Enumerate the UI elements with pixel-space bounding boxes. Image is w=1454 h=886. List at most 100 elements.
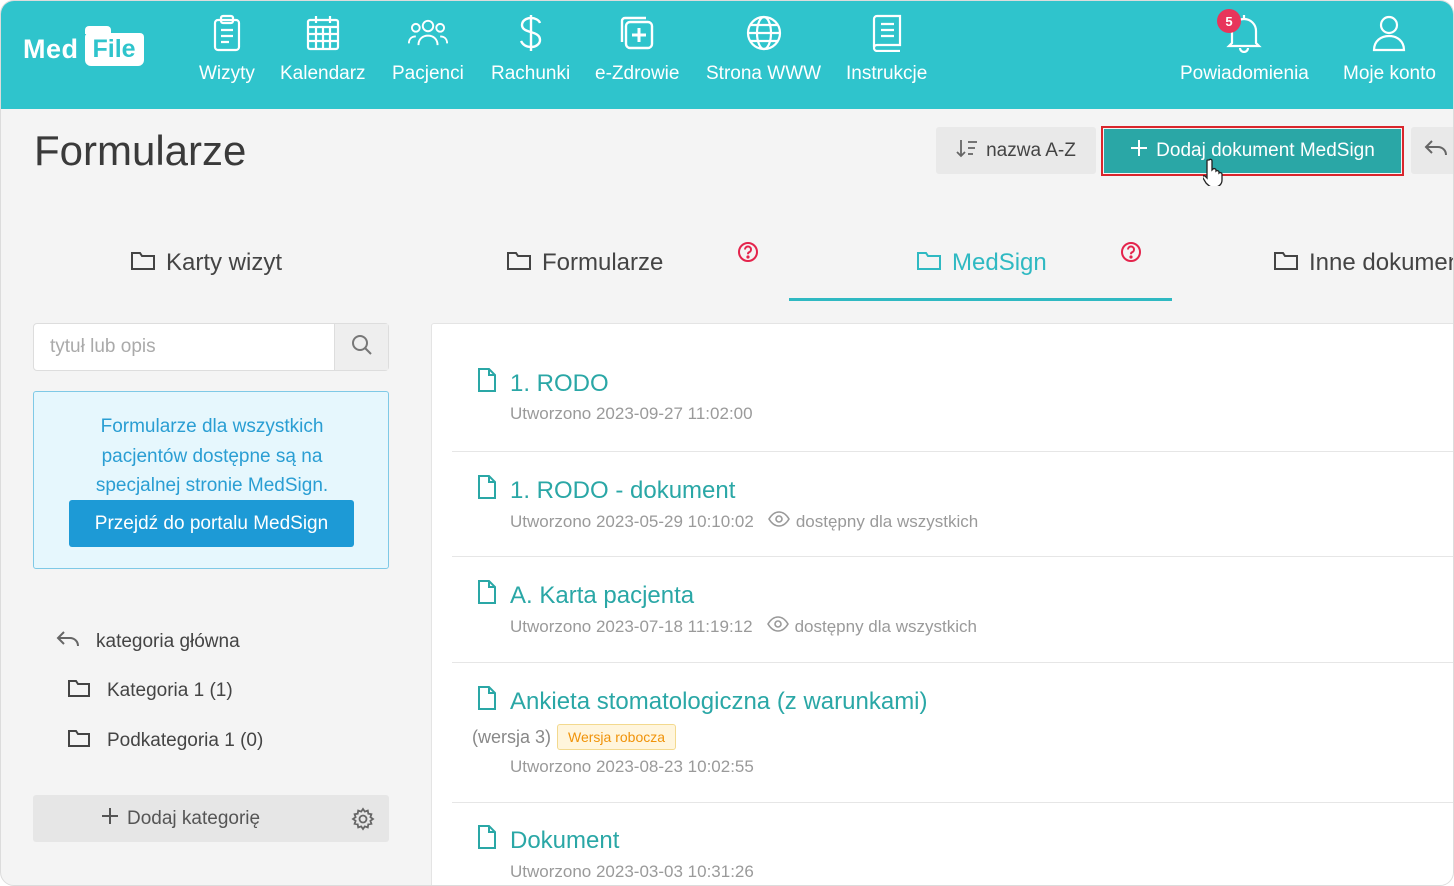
nav-label: Instrukcje: [846, 63, 928, 84]
nav-label: Strona WWW: [706, 63, 822, 84]
user-icon: [1369, 11, 1409, 55]
document-title: 1. RODO - dokument: [510, 476, 736, 504]
tab-label: Karty wizyt: [166, 249, 283, 276]
nav-label: Moje konto: [1343, 63, 1436, 84]
medfile-logo[interactable]: Med File: [23, 25, 144, 71]
list-item[interactable]: Ankieta stomatologiczna (z warunkami) (w…: [452, 663, 1453, 803]
document-link[interactable]: 1. RODO: [476, 367, 609, 400]
document-title: Dokument: [510, 826, 620, 854]
search-input[interactable]: [34, 324, 334, 370]
list-item[interactable]: Dokument Utworzono 2023-03-03 10:31:26: [452, 803, 1453, 885]
tab-label: Formularze: [542, 249, 664, 276]
app-window: Med File Wizyty Kalendarz Pacjenci Rachu…: [0, 0, 1454, 886]
document-meta: Utworzono 2023-09-27 11:02:00: [510, 404, 753, 424]
sort-icon: [956, 138, 978, 164]
category-main[interactable]: kategoria główna: [56, 629, 240, 655]
folder-icon: [67, 728, 91, 754]
nav-item-wizyty[interactable]: Wizyty: [199, 11, 255, 101]
top-navbar: Med File Wizyty Kalendarz Pacjenci Rachu…: [1, 1, 1453, 109]
nav-label: Pacjenci: [392, 63, 464, 84]
nav-item-pacjenci[interactable]: Pacjenci: [392, 11, 464, 101]
help-icon[interactable]: [737, 241, 759, 263]
visibility-indicator: dostępny dla wszystkich: [767, 511, 978, 532]
active-tab-indicator: [789, 298, 1172, 301]
nav-label: Kalendarz: [280, 63, 366, 84]
document-title: 1. RODO: [510, 369, 609, 397]
document-title: A. Karta pacjenta: [510, 581, 695, 609]
search-box: [33, 323, 389, 371]
sort-button[interactable]: nazwa A-Z: [936, 127, 1096, 174]
add-category-label: Dodaj kategorię: [127, 807, 261, 829]
list-item[interactable]: 1. RODO - dokument Utworzono 2023-05-29 …: [452, 452, 1453, 557]
draft-status-badge: Wersja robocza: [557, 724, 677, 750]
category-label: kategoria główna: [96, 631, 240, 652]
clipboard-icon: [207, 11, 247, 55]
tab-medsign[interactable]: MedSign: [916, 245, 1047, 281]
category-item[interactable]: Podkategoria 1 (0): [67, 728, 263, 754]
document-link[interactable]: Ankieta stomatologiczna (z warunkami): [476, 685, 928, 718]
back-button[interactable]: [1411, 127, 1453, 174]
tab-label: MedSign: [952, 249, 1047, 276]
nav-item-rachunki[interactable]: Rachunki: [491, 11, 570, 101]
document-created: Utworzono 2023-09-27 11:02:00: [510, 404, 753, 423]
add-button-label: Dodaj dokument MedSign: [1156, 140, 1375, 161]
folder-icon: [67, 678, 91, 704]
globe-icon: [744, 11, 784, 55]
nav-item-kalendarz[interactable]: Kalendarz: [280, 11, 366, 101]
document-version-line: (wersja 3) Wersja robocza: [472, 724, 677, 750]
patients-icon: [407, 11, 448, 55]
notifications-badge: 5: [1217, 9, 1241, 33]
document-link[interactable]: 1. RODO - dokument: [476, 474, 735, 507]
medical-plus-icon: [617, 11, 657, 55]
visibility-label: dostępny dla wszystkich: [794, 616, 977, 636]
search-button[interactable]: [334, 324, 388, 370]
folder-icon: [1273, 249, 1299, 278]
document-created: Utworzono 2023-07-18 11:19:12: [510, 616, 753, 636]
nav-item-instrukcje[interactable]: Instrukcje: [846, 11, 927, 101]
nav-item-moje-konto[interactable]: Moje konto: [1343, 11, 1436, 101]
document-link[interactable]: A. Karta pacjenta: [476, 579, 694, 612]
category-item[interactable]: Kategoria 1 (1): [67, 678, 233, 704]
gear-icon[interactable]: [351, 807, 375, 836]
tab-label: Inne dokumenty: [1309, 249, 1453, 276]
nav-item-strona-www[interactable]: Strona WWW: [706, 11, 821, 101]
back-arrow-icon: [1424, 138, 1448, 163]
plus-icon: [1130, 139, 1148, 163]
info-text: Formularze dla wszystkich pacjentów dost…: [95, 416, 329, 496]
nav-item-powiadomienia[interactable]: Powiadomienia: [1180, 11, 1309, 101]
calendar-icon: [303, 11, 343, 55]
folder-icon: [916, 249, 942, 278]
dollar-icon: [511, 11, 551, 55]
add-medsign-document-button[interactable]: Dodaj dokument MedSign: [1104, 129, 1401, 173]
tab-karty-wizyt[interactable]: Karty wizyt: [130, 245, 282, 281]
document-icon: [476, 824, 498, 857]
document-created: Utworzono 2023-05-29 10:10:02: [510, 511, 754, 531]
document-icon: [476, 685, 498, 718]
document-link[interactable]: Dokument: [476, 824, 619, 857]
document-list: 1. RODO Utworzono 2023-09-27 11:02:00 1.…: [431, 323, 1453, 885]
document-title: Ankieta stomatologiczna (z warunkami): [510, 687, 928, 715]
document-created: Utworzono 2023-03-03 10:31:26: [510, 862, 754, 881]
document-meta: Utworzono 2023-07-18 11:19:12 dostępny d…: [510, 616, 977, 637]
document-icon: [476, 579, 498, 612]
sort-label: nazwa A-Z: [986, 139, 1076, 161]
folder-icon: [130, 249, 156, 278]
category-label: Podkategoria 1 (0): [107, 730, 264, 751]
tab-inne-dokumenty[interactable]: Inne dokumenty: [1273, 245, 1453, 281]
list-item[interactable]: A. Karta pacjenta Utworzono 2023-07-18 1…: [452, 557, 1453, 663]
category-label: Kategoria 1 (1): [107, 680, 233, 701]
hand-cursor-icon: [1201, 158, 1223, 191]
document-meta: Utworzono 2023-08-23 10:02:55: [510, 757, 754, 777]
nav-item-ezdrowie[interactable]: e-Zdrowie: [595, 11, 679, 101]
logo-text-med: Med: [23, 33, 79, 64]
nav-label: Wizyty: [199, 63, 255, 84]
medsign-portal-button[interactable]: Przejdź do portalu MedSign: [69, 500, 354, 547]
tab-formularze[interactable]: Formularze: [506, 245, 663, 281]
book-icon: [867, 11, 907, 55]
list-item[interactable]: 1. RODO Utworzono 2023-09-27 11:02:00: [452, 324, 1453, 452]
help-icon[interactable]: [1120, 241, 1142, 263]
add-category-button[interactable]: Dodaj kategorię: [101, 795, 260, 842]
medsign-info-box: Formularze dla wszystkich pacjentów dost…: [33, 391, 389, 569]
document-icon: [476, 367, 498, 400]
logo-text-file: File: [84, 25, 144, 66]
